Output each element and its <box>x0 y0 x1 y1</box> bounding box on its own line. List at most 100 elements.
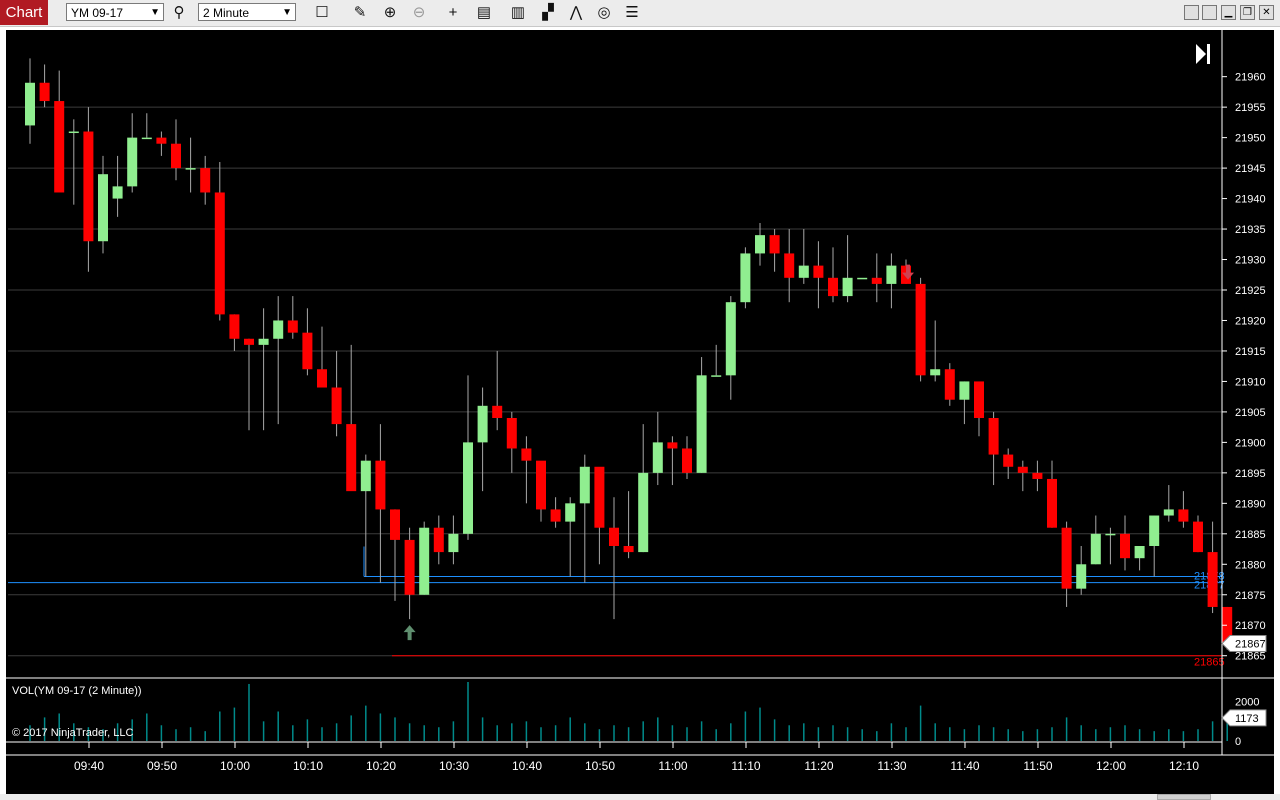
candle-body <box>331 387 342 425</box>
candle-body <box>944 369 955 400</box>
candle-body <box>98 174 108 242</box>
candle <box>536 460 546 522</box>
candle <box>156 131 167 156</box>
candle-body <box>667 442 678 449</box>
x-tick-label: 11:10 <box>731 759 760 773</box>
candle-body <box>83 131 94 242</box>
candle <box>171 119 181 181</box>
last-price-marker: 21867 <box>1221 635 1267 653</box>
data-box-icon[interactable]: ▤ <box>474 3 494 23</box>
candle <box>1061 521 1072 607</box>
candle-body <box>988 418 999 455</box>
zoom-in-icon[interactable]: ⊕ <box>380 3 400 23</box>
price-chart[interactable]: 218782187721865 219602195521950219452194… <box>6 30 1274 794</box>
candle-body <box>244 338 254 345</box>
y-tick-label: 21890 <box>1235 498 1266 510</box>
candle <box>390 509 400 601</box>
candle <box>1193 515 1203 553</box>
candle-body <box>185 168 196 170</box>
y-tick-label: 21895 <box>1235 468 1266 480</box>
candle <box>1090 515 1101 565</box>
candle-body <box>1047 478 1057 528</box>
properties-icon[interactable]: ☰ <box>622 3 642 23</box>
candle-body <box>1163 509 1174 516</box>
y-tick-label: 21950 <box>1235 133 1266 145</box>
minimize-icon[interactable]: ▁ <box>1221 5 1236 20</box>
candle <box>886 253 897 309</box>
candle-body <box>1178 509 1189 522</box>
instrument-value: YM 09-17 <box>71 6 124 20</box>
chart-style-icon[interactable]: ▞ <box>538 3 558 23</box>
zoom-out-icon[interactable]: ⊖ <box>409 3 429 23</box>
candle <box>988 411 999 486</box>
x-tick-label: 12:00 <box>1096 759 1126 773</box>
pencil-icon[interactable]: ✎ <box>350 3 370 23</box>
scroll-to-end-icon[interactable] <box>1196 44 1210 64</box>
drawing-tools-icon[interactable]: ⋀ <box>566 3 586 23</box>
candle-body <box>1090 533 1101 565</box>
red-line-label: 21865 <box>1194 657 1225 669</box>
instrument-select[interactable]: YM 09-17 ▼ <box>66 3 164 21</box>
scrollbar-thumb[interactable] <box>1157 794 1211 800</box>
candle-body <box>419 527 430 595</box>
candle-body <box>1120 533 1130 559</box>
crosshair-icon[interactable]: + <box>443 3 463 23</box>
x-tick-label: 10:10 <box>293 759 323 773</box>
candle <box>565 497 576 577</box>
buy-arrow-icon <box>403 625 416 641</box>
volume-axis-label: 0 <box>1235 736 1241 748</box>
box-select-icon[interactable]: ☐ <box>312 3 332 23</box>
candle-body <box>1061 527 1072 589</box>
candle-body <box>477 405 488 443</box>
candle-body <box>302 332 313 370</box>
x-tick-label: 10:20 <box>366 759 396 773</box>
candle-body <box>711 375 722 377</box>
toolbar: Chart YM 09-17 ▼ ⚲ 2 Minute ▼ ☐ ✎ ⊕ ⊖ + … <box>0 0 1280 27</box>
candle-body <box>171 143 181 169</box>
candle <box>1047 460 1057 528</box>
candle-body <box>229 314 240 339</box>
candle <box>1178 491 1189 528</box>
candle-body <box>784 253 795 278</box>
x-tick-label: 10:30 <box>439 759 469 773</box>
candle <box>609 497 619 620</box>
horizontal-scrollbar[interactable] <box>0 794 1280 800</box>
candle-body <box>638 472 649 553</box>
search-icon[interactable]: ⚲ <box>169 3 189 23</box>
candle <box>1149 515 1160 577</box>
candle <box>244 338 254 431</box>
close-icon[interactable]: ✕ <box>1259 5 1274 20</box>
window-blank-button-2[interactable] <box>1202 5 1217 20</box>
candle <box>579 454 590 583</box>
candle <box>944 363 955 406</box>
x-tick-label: 11:50 <box>1023 759 1052 773</box>
indicator-icon[interactable]: ◎ <box>594 3 614 23</box>
candle <box>68 119 79 205</box>
candle-body <box>652 442 663 473</box>
candle-body <box>360 460 371 492</box>
candle <box>1207 521 1218 614</box>
y-tick-label: 21925 <box>1235 285 1266 297</box>
candle-body <box>696 375 707 473</box>
candle-body <box>112 186 123 199</box>
bar-type-icon[interactable]: ▥ <box>508 3 528 23</box>
window-blank-button[interactable] <box>1184 5 1199 20</box>
candle-body <box>871 277 882 284</box>
interval-select[interactable]: 2 Minute ▼ <box>198 3 296 21</box>
candle <box>1120 515 1130 571</box>
candle-body <box>273 320 284 339</box>
candle <box>521 436 532 504</box>
x-tick-label: 11:20 <box>804 759 833 773</box>
x-tick-label: 11:40 <box>950 759 979 773</box>
chart-tab[interactable]: Chart <box>0 0 48 25</box>
chart-frame[interactable]: 218782187721865 219602195521950219452194… <box>6 30 1274 794</box>
candle <box>317 326 327 388</box>
restore-icon[interactable]: ❐ <box>1240 5 1255 20</box>
candle-body <box>317 369 327 388</box>
interval-value: 2 Minute <box>203 6 250 20</box>
candle <box>711 344 722 377</box>
candle-body <box>506 418 517 449</box>
candle-body <box>214 192 225 315</box>
candle <box>331 350 342 437</box>
candle-body <box>68 131 79 134</box>
